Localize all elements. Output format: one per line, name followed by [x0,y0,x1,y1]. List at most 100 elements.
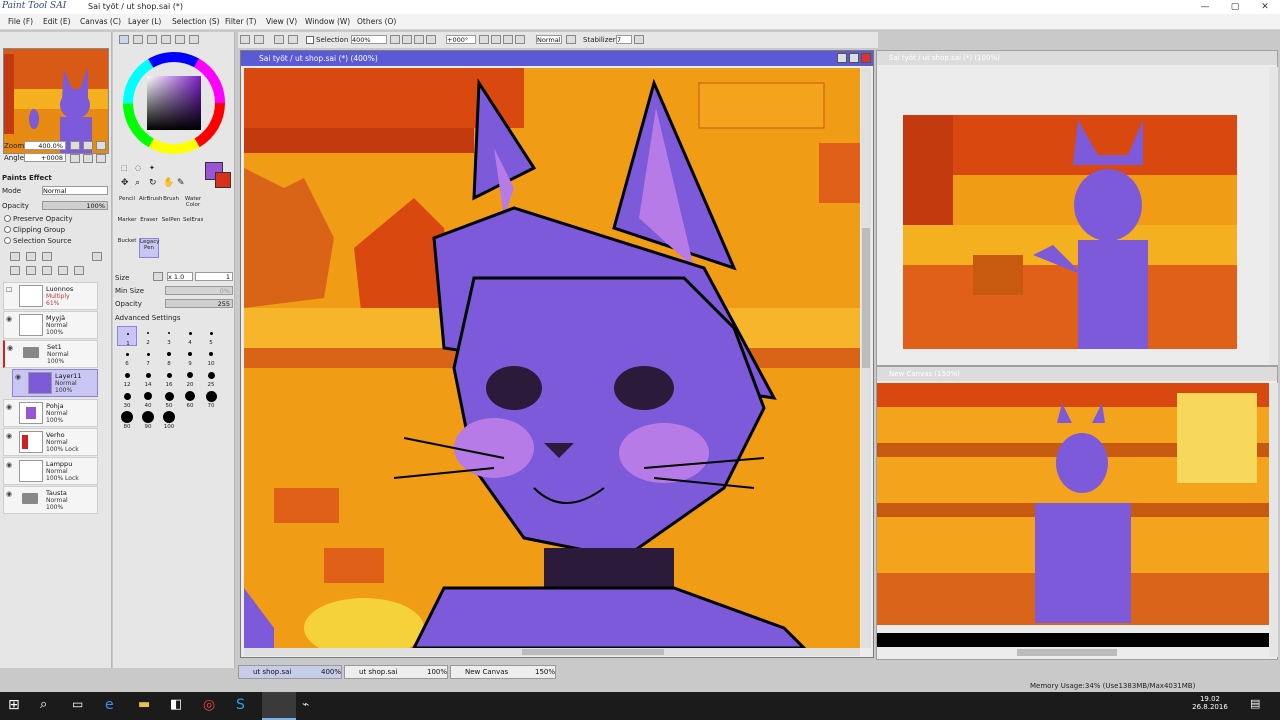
brush-tool[interactable]: Brush [161,196,181,216]
brush-size-option[interactable]: 30 [117,389,137,409]
horizontal-scrollbar-thumb[interactable] [1017,649,1117,656]
zoom-select[interactable]: 400% [351,35,387,44]
rotate-icon[interactable]: ↻ [149,178,157,188]
brush-size-option[interactable]: 1 [117,326,137,347]
visibility-eye-icon[interactable]: ◉ [7,344,17,353]
clock[interactable]: 19.02 26.8.2016 [1180,695,1240,711]
visibility-eye-icon[interactable]: ◉ [15,373,25,382]
stabilizer-select[interactable]: 7 [616,35,632,44]
visibility-eye-icon[interactable]: ◉ [6,461,16,470]
merge-down-icon[interactable] [10,266,20,275]
tab-new-canvas[interactable]: New Canvas 150% [450,665,556,679]
menu-layer[interactable]: Layer (L) [128,17,161,26]
layer-row[interactable]: ◉ Lamppu Normal 100% Lock [3,457,98,485]
airbrush-tool[interactable]: AirBrush [139,196,162,216]
tool-icon[interactable] [240,35,250,44]
tool-icon[interactable] [288,35,298,44]
seleraser-tool[interactable]: SelEras [183,217,203,237]
visibility-eye-icon[interactable]: ◉ [6,432,16,441]
move-icon[interactable]: ✥ [121,178,129,188]
brush-size-option[interactable]: 2 [138,326,158,346]
zoom-in-icon[interactable] [83,141,93,150]
rotate-left-icon[interactable] [479,35,489,44]
layer-panel-toggle-icon[interactable] [92,252,102,261]
brush-size-option[interactable]: 40 [138,389,158,409]
maximize-icon[interactable]: ▢ [1220,0,1250,14]
selection-checkbox[interactable] [306,36,314,44]
menu-window[interactable]: Window (W) [305,17,350,26]
brush-size-option[interactable]: 12 [117,368,137,388]
rotation-select[interactable]: +000° [446,35,476,44]
hsv-slider-tab-icon[interactable] [147,35,157,44]
brush-size-option[interactable]: 100 [159,410,179,430]
tab-ut-shop-100[interactable]: ut shop.sai 100% [344,665,448,679]
brush-size-option[interactable]: 25 [201,368,221,388]
zoom-out-icon[interactable] [70,141,80,150]
brush-size-option[interactable]: 7 [138,347,158,367]
brush-size-option[interactable]: 3 [159,326,179,346]
min-size-slider[interactable]: 0% [165,286,233,295]
visibility-checkbox[interactable]: ☐ [6,286,16,295]
search-icon[interactable]: ⌕ [40,697,60,715]
layer-mode-select[interactable]: Normal [42,186,108,195]
layer-folder-row[interactable]: ◉ Set1 Normal 100% [3,340,98,368]
zoom-reset-icon[interactable] [426,35,436,44]
windows-start-icon[interactable]: ⊞ [8,697,28,715]
new-canvas-artwork[interactable] [877,383,1269,625]
menu-selection[interactable]: Selection (S) [172,17,220,26]
clear-layer-icon[interactable] [42,266,52,275]
bucket-tool[interactable]: Bucket [117,238,137,258]
select-rect-icon[interactable]: ⬚ [121,164,128,172]
new-layer-icon[interactable] [10,252,20,261]
window-maximize-icon[interactable] [849,53,859,63]
zoom-reset-icon[interactable] [96,141,106,150]
flip-icon[interactable] [515,35,525,44]
vertical-scrollbar[interactable] [1269,67,1278,365]
file-explorer-icon[interactable]: ▬ [138,697,158,715]
color-wheel-tab-icon[interactable] [119,35,129,44]
marker-tool[interactable]: Marker [117,217,137,237]
layer-row[interactable]: ☐ Luonnos Multiply 61% [3,282,98,310]
angle-field[interactable]: +0008 [24,153,66,162]
magic-wand-icon[interactable]: ✦ [149,164,155,172]
menu-others[interactable]: Others (O) [357,17,396,26]
size-field[interactable]: 1 [195,272,233,281]
paints-effect-header[interactable]: Paints Effect [2,174,52,182]
notifications-icon[interactable]: ▤ [1250,697,1270,715]
invert-icon[interactable] [566,35,576,44]
new-folder-icon[interactable] [42,252,52,261]
brush-opacity-slider[interactable]: 255 [165,299,233,308]
size-multiplier[interactable]: x 1.0 [167,272,193,281]
brush-size-option[interactable]: 5 [201,326,221,346]
visibility-eye-icon[interactable]: ◉ [6,403,16,412]
pencil-tool[interactable]: Pencil [117,196,137,216]
menu-canvas[interactable]: Canvas (C) [80,17,121,26]
eyedropper-icon[interactable]: ✎ [177,178,185,188]
stabilizer-dropdown-icon[interactable] [634,35,644,44]
brush-size-option[interactable]: 90 [138,410,158,430]
swatches-tab-icon[interactable] [161,35,171,44]
clipping-group-checkbox[interactable] [4,226,11,233]
visibility-eye-icon[interactable]: ◉ [6,490,16,499]
task-view-icon[interactable]: ▭ [72,697,92,715]
layer-row[interactable]: ◉ Pohja Normal 100% [3,399,98,427]
advanced-settings-toggle[interactable]: Advanced Settings [115,314,181,322]
brush-size-option[interactable]: 70 [201,389,221,409]
zoom-out-icon[interactable] [390,35,400,44]
eraser-tool[interactable]: Eraser [139,217,159,237]
brush-size-option[interactable]: 80 [117,410,137,430]
delete-layer-icon[interactable] [58,266,68,275]
color-wheel[interactable] [119,48,229,158]
menu-view[interactable]: View (V) [266,17,297,26]
layer-opacity-slider[interactable]: 100% [42,201,108,210]
brush-size-option[interactable]: 14 [138,368,158,388]
navigator-preview[interactable] [3,48,109,154]
rotate-left-icon[interactable] [70,154,80,163]
legacy-pen-tool-selected[interactable]: Legacy Pen [139,238,160,258]
zoom-icon[interactable]: ⌕ [135,178,140,188]
brush-size-option[interactable]: 50 [159,389,179,409]
rgb-slider-tab-icon[interactable] [133,35,143,44]
new-linework-layer-icon[interactable] [26,252,36,261]
secondary-color-swatch[interactable] [215,172,231,188]
zoom-fit-icon[interactable] [414,35,424,44]
